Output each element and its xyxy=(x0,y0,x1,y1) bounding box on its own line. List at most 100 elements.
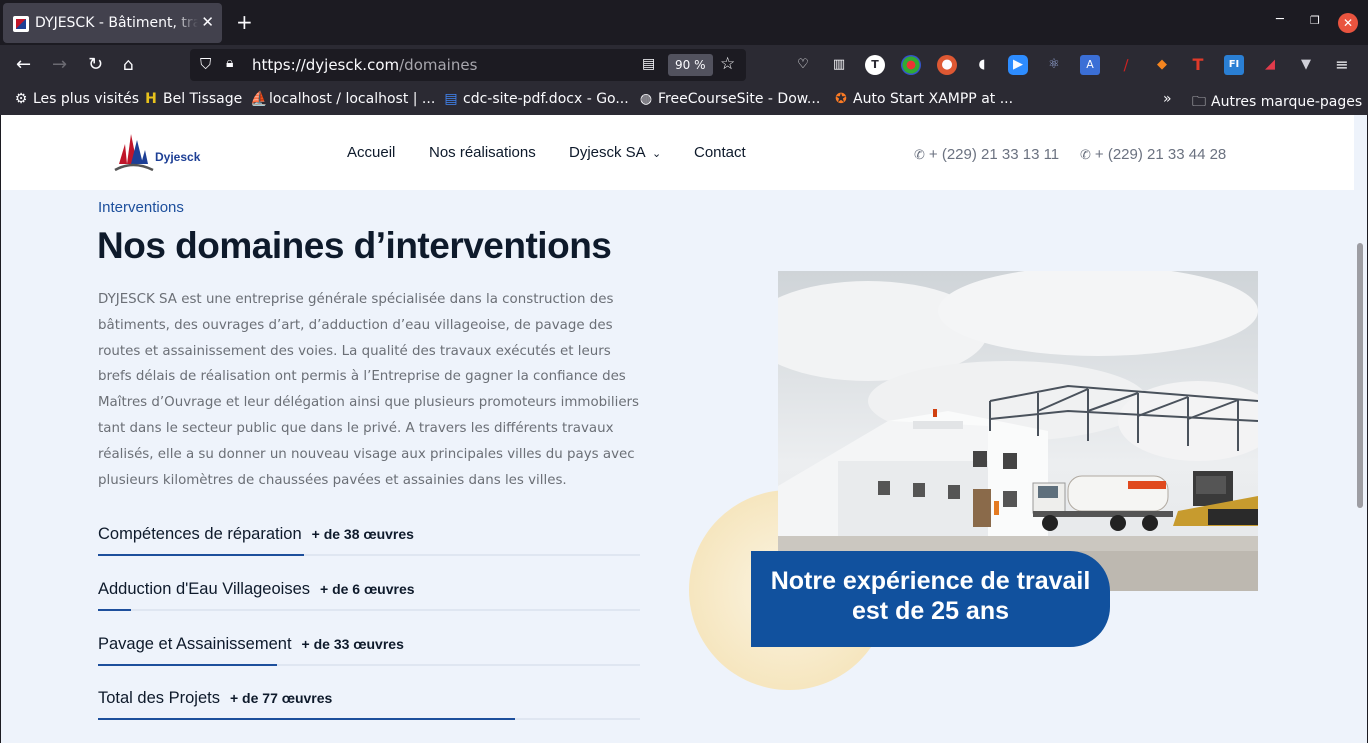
bookmark-freecoursesite[interactable]: ◍ FreeCourseSite - Dow... xyxy=(639,91,820,107)
gear-icon: ⚙ xyxy=(14,91,28,107)
skill-count: + de 38 œuvres xyxy=(311,526,414,542)
other-bookmarks-label: Autres marque-pages xyxy=(1211,94,1363,110)
skill-count: + de 33 œuvres xyxy=(301,636,404,652)
t-extension-icon[interactable]: T xyxy=(865,55,885,75)
skill-name: Adduction d'Eau Villageoises xyxy=(98,580,310,598)
chevron-down-icon: ⌄ xyxy=(652,148,662,160)
reader-sidebar-icon[interactable]: ▥ xyxy=(829,55,849,75)
url-text[interactable]: https://dyjesck.com/domaines xyxy=(252,56,477,74)
url-path: /domaines xyxy=(399,56,478,74)
skill-label: Total des Projets + de 77 œuvres xyxy=(98,689,332,708)
duckduckgo-icon[interactable]: ● xyxy=(937,55,957,75)
maximize-window-icon[interactable]: ❐ xyxy=(1310,14,1320,27)
phpmyadmin-favicon: ⛵ xyxy=(250,91,268,107)
lock-icon[interactable]: 🔒︎ xyxy=(226,55,233,71)
close-window-icon[interactable]: ✕ xyxy=(1338,13,1358,33)
bookmarks-toolbar: ⚙ Les plus visités H Bel Tissage ⛵ localhos… xyxy=(0,85,1368,115)
skill-name: Total des Projets xyxy=(98,689,220,707)
construction-site-photo xyxy=(778,271,1258,591)
skill-bar-reparation: Compétences de réparation + de 38 œuvres xyxy=(98,525,640,565)
back-arrow-icon[interactable]: ← xyxy=(16,54,31,76)
skill-bar-adduction: Adduction d'Eau Villageoises + de 6 œuvre… xyxy=(98,580,640,620)
phone-icon: ✆ xyxy=(914,147,925,162)
nav-accueil[interactable]: Accueil xyxy=(347,144,395,161)
bookmark-star-icon[interactable]: ☆ xyxy=(720,54,735,74)
new-tab-button[interactable]: + xyxy=(236,10,253,34)
experience-badge-text: Notre expérience de travail est de 25 an… xyxy=(770,567,1091,625)
ruler-extension-icon[interactable]: ∕ xyxy=(1116,55,1136,75)
zoom-video-icon[interactable]: ▶ xyxy=(1008,55,1028,75)
browser-tab-strip: DYJESCK - Bâtiment, travaux publics ✕ + … xyxy=(0,0,1368,45)
bookmark-label: Bel Tissage xyxy=(163,91,243,107)
bookmark-label: cdc-site-pdf.docx - Go... xyxy=(463,91,629,107)
bookmark-google-doc[interactable]: ▤ cdc-site-pdf.docx - Go... xyxy=(444,91,629,107)
fi-extension-icon[interactable]: FI xyxy=(1224,55,1244,75)
bookmark-localhost[interactable]: ⛵ localhost / localhost | ... xyxy=(250,91,435,107)
t-red-extension-icon[interactable]: T xyxy=(1188,55,1208,75)
reader-view-icon[interactable]: ▤ xyxy=(642,56,655,72)
browser-tab-active[interactable]: DYJESCK - Bâtiment, travaux publics ✕ xyxy=(3,3,222,43)
bookmark-label: Les plus visités xyxy=(33,91,140,107)
folder-icon: 🗀︎ xyxy=(1192,94,1206,110)
skill-name: Compétences de réparation xyxy=(98,525,302,543)
translate-icon[interactable]: A xyxy=(1080,55,1100,75)
intro-paragraph: DYJESCK SA est une entreprise générale s… xyxy=(98,292,640,488)
section-eyebrow: Interventions xyxy=(98,199,184,216)
skill-bar-total: Total des Projets + de 77 œuvres xyxy=(98,689,640,729)
tab-title: DYJESCK - Bâtiment, travaux publics xyxy=(35,15,198,31)
metamask-fox-icon[interactable]: ◆ xyxy=(1152,55,1172,75)
xampp-favicon: ✪ xyxy=(835,91,847,107)
nav-contact[interactable]: Contact xyxy=(694,144,746,161)
building-logo-icon xyxy=(114,134,154,172)
eraser-extension-icon[interactable]: ◢ xyxy=(1260,55,1280,75)
skill-progress-fill xyxy=(98,664,277,666)
nav-dyjesck-sa-label: Dyjesck SA xyxy=(569,144,645,161)
skill-count: + de 77 œuvres xyxy=(229,690,333,706)
experience-badge: Notre expérience de travail est de 25 an… xyxy=(751,551,1110,647)
skill-label: Adduction d'Eau Villageoises + de 6 œuvre… xyxy=(98,580,415,599)
phone-number-1[interactable]: ✆ + (229) 21 33 13 11 xyxy=(914,146,1059,163)
bookmarks-overflow-chevron-icon[interactable]: » xyxy=(1163,91,1172,107)
skill-progress-fill xyxy=(98,609,131,611)
close-tab-icon[interactable]: ✕ xyxy=(201,13,214,31)
skill-track xyxy=(98,718,640,720)
bookmark-label: Auto Start XAMPP at ... xyxy=(853,91,1014,107)
forward-arrow-icon[interactable]: → xyxy=(52,54,67,76)
phone-number-text: + (229) 21 33 44 28 xyxy=(1094,146,1227,163)
url-host: https://dyjesck.com xyxy=(252,56,400,74)
nav-nos-realisations[interactable]: Nos réalisations xyxy=(429,144,536,161)
skill-count: + de 6 œuvres xyxy=(320,581,415,597)
skill-name: Pavage et Assainissement xyxy=(98,635,292,653)
pocket-icon[interactable]: ♡ xyxy=(793,55,813,75)
hamburger-menu-icon[interactable]: ≡ xyxy=(1332,55,1352,75)
color-picker-extension-icon[interactable] xyxy=(901,55,921,75)
other-bookmarks-folder[interactable]: 🗀︎ Autres marque-pages xyxy=(1192,91,1362,115)
skill-track xyxy=(98,554,640,556)
mouse-extension-icon[interactable]: ◖ xyxy=(972,55,992,75)
browser-navigation-bar: ← → ↻ ⌂ ⛉ 🔒︎ https://dyjesck.com/domaine… xyxy=(0,45,1368,85)
phone-number-2[interactable]: ✆ + (229) 21 33 44 28 xyxy=(1080,146,1226,163)
page-viewport: Dyjesck Accueil Nos réalisations Dyjesck… xyxy=(1,115,1354,743)
react-devtools-icon[interactable]: ⚛ xyxy=(1044,55,1064,75)
page-scrollbar-thumb[interactable] xyxy=(1357,243,1363,508)
nav-dyjesck-sa[interactable]: Dyjesck SA ⌄ xyxy=(569,144,661,161)
dyjesck-logo[interactable]: Dyjesck xyxy=(113,132,203,174)
minimize-window-icon[interactable]: ─ xyxy=(1276,12,1284,27)
bookmark-bel-tissage[interactable]: H Bel Tissage xyxy=(144,91,242,107)
skill-progress-fill xyxy=(98,554,304,556)
vue-devtools-icon[interactable]: ▼ xyxy=(1296,55,1316,75)
page-title: Nos domaines d’interventions xyxy=(97,225,612,266)
bookmark-most-visited[interactable]: ⚙ Les plus visités xyxy=(14,91,139,107)
home-icon[interactable]: ⌂ xyxy=(123,54,134,76)
address-bar[interactable]: ⛉ 🔒︎ https://dyjesck.com/domaines ▤ 90 %… xyxy=(190,49,746,81)
phone-icon: ✆ xyxy=(1080,147,1091,162)
bookmark-xampp[interactable]: ✪ Auto Start XAMPP at ... xyxy=(834,91,1013,107)
bt-favicon: H xyxy=(145,91,157,107)
reload-icon[interactable]: ↻ xyxy=(88,54,103,76)
skill-progress-fill xyxy=(98,718,516,720)
google-docs-favicon: ▤ xyxy=(444,91,458,107)
globe-icon: ◍ xyxy=(639,91,653,107)
skill-track xyxy=(98,664,640,666)
tracking-protection-shield-icon[interactable]: ⛉ xyxy=(200,55,211,73)
zoom-level-badge[interactable]: 90 % xyxy=(668,54,713,76)
